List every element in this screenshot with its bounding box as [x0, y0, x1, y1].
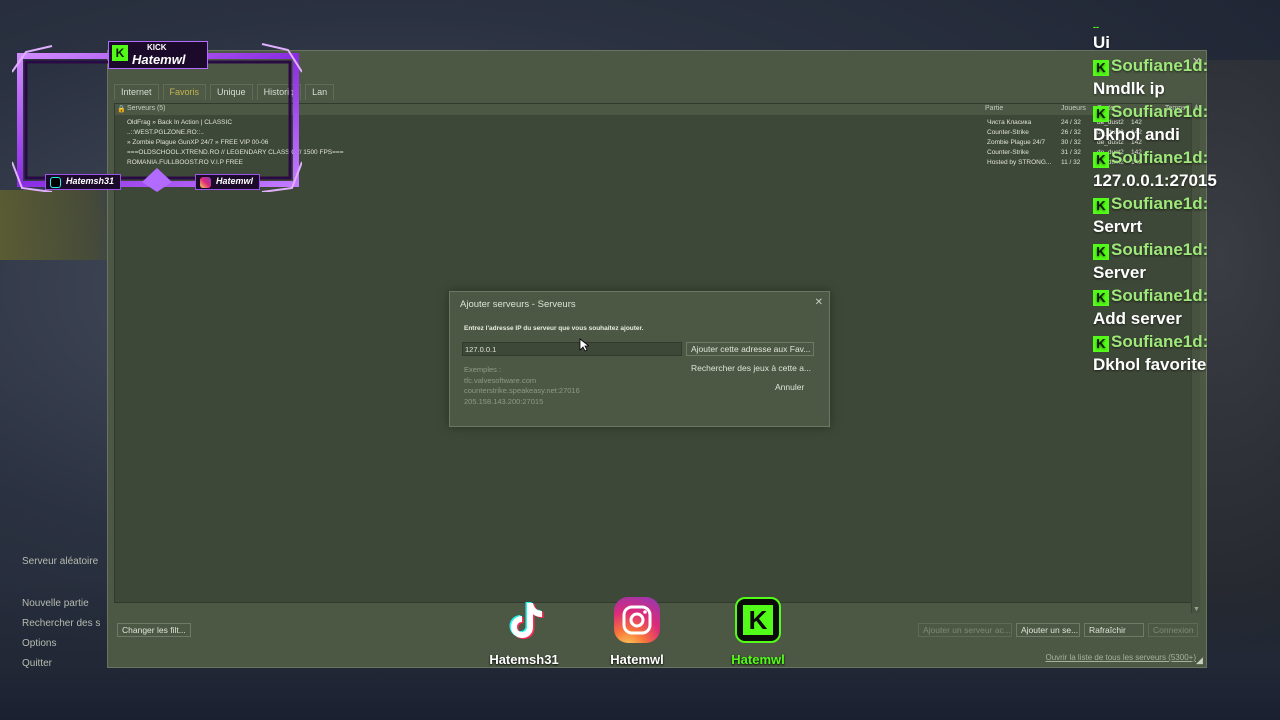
refresh-button[interactable]: Rafraîchir: [1084, 623, 1144, 637]
dialog-instruction: Entrez l'adresse IP du serveur que vous …: [464, 325, 644, 332]
social-kick: K Hatemwl: [718, 597, 798, 667]
social-instagram: Hatemwl: [597, 597, 677, 667]
kick-handle: Hatemwl: [731, 652, 785, 667]
kick-label: KICK: [147, 43, 167, 52]
chat-message: Dkhol andi: [1093, 125, 1180, 144]
chat-message: Add server: [1093, 309, 1182, 328]
tiktok-handle: Hatemsh31: [489, 652, 559, 667]
chat-message: Server: [1093, 263, 1146, 282]
menu-item-quit[interactable]: Quitter: [22, 658, 100, 669]
ip-address-input[interactable]: [462, 342, 682, 356]
menu-item-random-server[interactable]: Serveur aléatoire: [22, 556, 100, 567]
add-current-server-button[interactable]: Ajouter un serveur ac...: [918, 623, 1012, 637]
instagram-icon: [200, 177, 211, 188]
kick-logo-icon: K: [112, 45, 128, 61]
kick-badge-icon: K: [1093, 198, 1109, 214]
server-players: 26 / 32: [1061, 129, 1081, 136]
tiktok-icon: [50, 177, 61, 188]
chat-message: Nmdlk ip: [1093, 79, 1165, 98]
chat-message: 127.0.0.1:27015: [1093, 171, 1217, 190]
add-to-favorites-button[interactable]: Ajouter cette adresse aux Fav...: [686, 342, 814, 356]
example-1: tfc.valvesoftware.com: [464, 375, 537, 385]
chat-username: K Soufiane1d:: [1093, 238, 1273, 262]
resize-grip-icon[interactable]: ◢: [1196, 655, 1203, 666]
dialog-title: Ajouter serveurs - Serveurs: [460, 299, 576, 310]
cam-instagram-handle: Hatemwl: [216, 176, 254, 186]
chat-username: K Soufiane1d:: [1093, 100, 1273, 124]
kick-badge-icon: K: [1093, 60, 1109, 76]
social-tiktok: Hatemsh31: [484, 597, 564, 667]
cam-tiktok-handle: Hatemsh31: [66, 176, 115, 186]
kick-channel-name: Hatemwl: [132, 52, 186, 67]
column-players[interactable]: Joueurs: [1061, 105, 1086, 112]
chat-username: K Soufiane1d:: [1093, 284, 1273, 308]
server-players: 31 / 32: [1061, 149, 1081, 156]
tab-lan[interactable]: Lan: [305, 84, 335, 100]
kick-badge: K KICK Hatemwl: [108, 41, 208, 69]
menu-item-new-game[interactable]: Nouvelle partie: [22, 598, 100, 609]
cam-instagram-chip: Hatemwl: [195, 174, 261, 190]
add-server-dialog: Ajouter serveurs - Serveurs ✕ Entrez l'a…: [449, 291, 830, 427]
server-game: Counter-Strike: [987, 149, 1029, 156]
search-games-button[interactable]: Rechercher des jeux à cette a...: [686, 361, 814, 375]
stream-chat: -- Ui K Soufiane1d: Nmdlk ip K Soufiane1d:…: [1093, 22, 1273, 376]
instagram-logo-icon: [614, 597, 660, 643]
main-menu: Serveur aléatoire Nouvelle partie Recher…: [22, 556, 100, 678]
menu-item-options[interactable]: Options: [22, 638, 100, 649]
server-players: 30 / 32: [1061, 139, 1081, 146]
connect-button[interactable]: Connexion: [1148, 623, 1198, 637]
menu-item-find-servers[interactable]: Rechercher des s: [22, 618, 100, 629]
chat-message: Ui: [1093, 33, 1110, 52]
example-3: 205.158.143.200:27015: [464, 396, 544, 406]
server-players: 24 / 32: [1061, 119, 1081, 126]
cancel-button[interactable]: Annuler: [770, 380, 814, 394]
dialog-close-icon[interactable]: ✕: [815, 297, 823, 308]
column-game[interactable]: Partie: [985, 105, 1003, 112]
tiktok-logo-icon: [501, 597, 547, 643]
cam-tiktok-chip: Hatemsh31: [45, 174, 122, 190]
chat-message: Dkhol favorite: [1093, 355, 1207, 374]
dialog-examples: Exemples : tfc.valvesoftware.com counter…: [464, 365, 580, 407]
change-filters-button[interactable]: Changer les filt...: [117, 623, 191, 637]
chat-username: K Soufiane1d:: [1093, 54, 1273, 78]
open-all-servers-link[interactable]: Ouvrir la liste de tous les serveurs (53…: [1045, 653, 1196, 662]
kick-badge-icon: K: [1093, 290, 1109, 306]
chat-top-fragment: --: [1093, 22, 1099, 32]
instagram-handle: Hatemwl: [610, 652, 664, 667]
chat-username: K Soufiane1d:: [1093, 330, 1273, 354]
chat-username: K Soufiane1d:: [1093, 146, 1273, 170]
kick-badge-icon: K: [1093, 244, 1109, 260]
server-game: Hosted by STRONG...: [987, 159, 1052, 166]
server-game: Zombie Plague 24/7: [987, 139, 1046, 146]
kick-logo-icon: K: [735, 597, 781, 643]
chat-message: Servrt: [1093, 217, 1143, 236]
kick-badge-icon: K: [1093, 336, 1109, 352]
chat-username: K Soufiane1d:: [1093, 192, 1273, 216]
mouse-cursor-icon: [579, 338, 589, 352]
kick-badge-icon: K: [1093, 152, 1109, 168]
kick-badge-icon: K: [1093, 106, 1109, 122]
add-server-button[interactable]: Ajouter un se...: [1016, 623, 1080, 637]
scroll-down-icon[interactable]: ▼: [1192, 606, 1201, 613]
server-game: Counter-Strike: [987, 129, 1029, 136]
server-game: Чиста Класика: [987, 119, 1032, 126]
server-players: 11 / 32: [1061, 159, 1081, 166]
examples-label: Exemples :: [464, 365, 502, 374]
example-2: counterstrike.speakeasy.net:27016: [464, 386, 580, 395]
